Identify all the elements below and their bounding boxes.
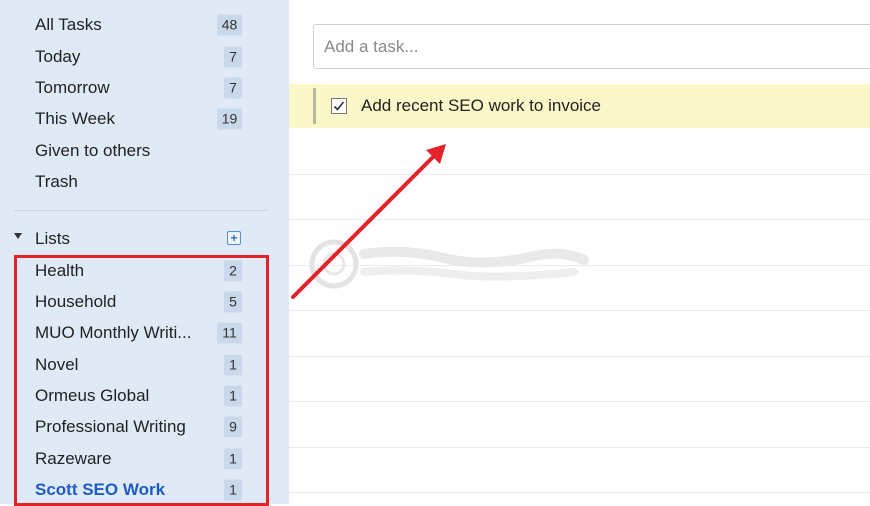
empty-row-divider — [289, 174, 870, 175]
sidebar-item-label: Tomorrow — [35, 77, 110, 97]
sidebar-item-label: All Tasks — [35, 14, 102, 34]
sidebar-item-label: Trash — [35, 171, 78, 191]
sidebar-item-label: Given to others — [35, 140, 151, 160]
list-item-label: MUO Monthly Writi... — [35, 322, 192, 342]
list-item-ormeus-global[interactable]: Ormeus Global 1 — [0, 380, 289, 411]
list-item-label: Health — [35, 260, 85, 280]
sidebar-divider — [14, 210, 268, 211]
list-item-label: Ormeus Global — [35, 385, 150, 405]
count-badge: 1 — [224, 448, 242, 469]
list-item-household[interactable]: Household 5 — [0, 286, 289, 317]
list-item-razeware[interactable]: Razeware 1 — [0, 443, 289, 474]
sidebar-item-all-tasks[interactable]: All Tasks 48 — [0, 9, 289, 40]
sidebar-item-today[interactable]: Today 7 — [0, 41, 289, 72]
list-item-novel[interactable]: Novel 1 — [0, 349, 289, 380]
empty-row-divider — [289, 492, 870, 493]
sidebar-item-label: This Week — [35, 108, 115, 128]
task-title: Add recent SEO work to invoice — [361, 96, 602, 115]
list-item-label: Professional Writing — [35, 416, 186, 436]
lists-header-label: Lists — [35, 229, 70, 248]
sidebar: All Tasks 48 Today 7 Tomorrow 7 This Wee… — [0, 0, 289, 506]
sidebar-item-trash[interactable]: Trash — [0, 166, 289, 197]
task-pane: Add recent SEO work to invoice — [289, 0, 870, 504]
checkbox-checked-icon[interactable] — [331, 98, 347, 114]
count-badge: 7 — [224, 46, 242, 67]
count-badge: 1 — [224, 479, 242, 500]
list-item-label: Razeware — [35, 448, 112, 468]
count-badge: 5 — [224, 291, 242, 312]
add-list-button[interactable]: + — [227, 231, 241, 245]
list-item-label: Novel — [35, 354, 79, 374]
list-item-professional-writing[interactable]: Professional Writing 9 — [0, 411, 289, 442]
list-item-health[interactable]: Health 2 — [0, 255, 289, 286]
count-badge: 1 — [224, 385, 242, 406]
list-item-muo-monthly-writing[interactable]: MUO Monthly Writi... 11 — [0, 317, 289, 348]
list-item-scott-seo-work[interactable]: Scott SEO Work 1 — [0, 474, 289, 505]
lists-section-header[interactable]: Lists + — [0, 225, 289, 253]
sidebar-item-this-week[interactable]: This Week 19 — [0, 103, 289, 134]
list-item-label: Scott SEO Work — [35, 479, 166, 499]
sidebar-item-label: Today — [35, 46, 81, 66]
count-badge: 7 — [224, 77, 242, 98]
collapse-arrow-icon[interactable] — [14, 233, 22, 239]
empty-row-divider — [289, 219, 870, 220]
count-badge: 1 — [224, 354, 242, 375]
sidebar-item-tomorrow[interactable]: Tomorrow 7 — [0, 72, 289, 103]
task-row[interactable]: Add recent SEO work to invoice — [289, 84, 870, 128]
count-badge: 48 — [217, 14, 242, 35]
plus-icon: + — [230, 231, 238, 245]
add-task-input[interactable] — [313, 24, 870, 69]
list-item-label: Household — [35, 291, 117, 311]
empty-row-divider — [289, 265, 870, 266]
count-badge: 9 — [224, 416, 242, 437]
count-badge: 19 — [217, 108, 242, 129]
count-badge: 11 — [217, 322, 242, 343]
empty-row-divider — [289, 310, 870, 311]
empty-row-divider — [289, 447, 870, 448]
sidebar-item-given-to-others[interactable]: Given to others — [0, 135, 289, 166]
task-priority-bar — [313, 88, 316, 124]
count-badge: 2 — [224, 260, 242, 281]
empty-row-divider — [289, 356, 870, 357]
empty-row-divider — [289, 401, 870, 402]
